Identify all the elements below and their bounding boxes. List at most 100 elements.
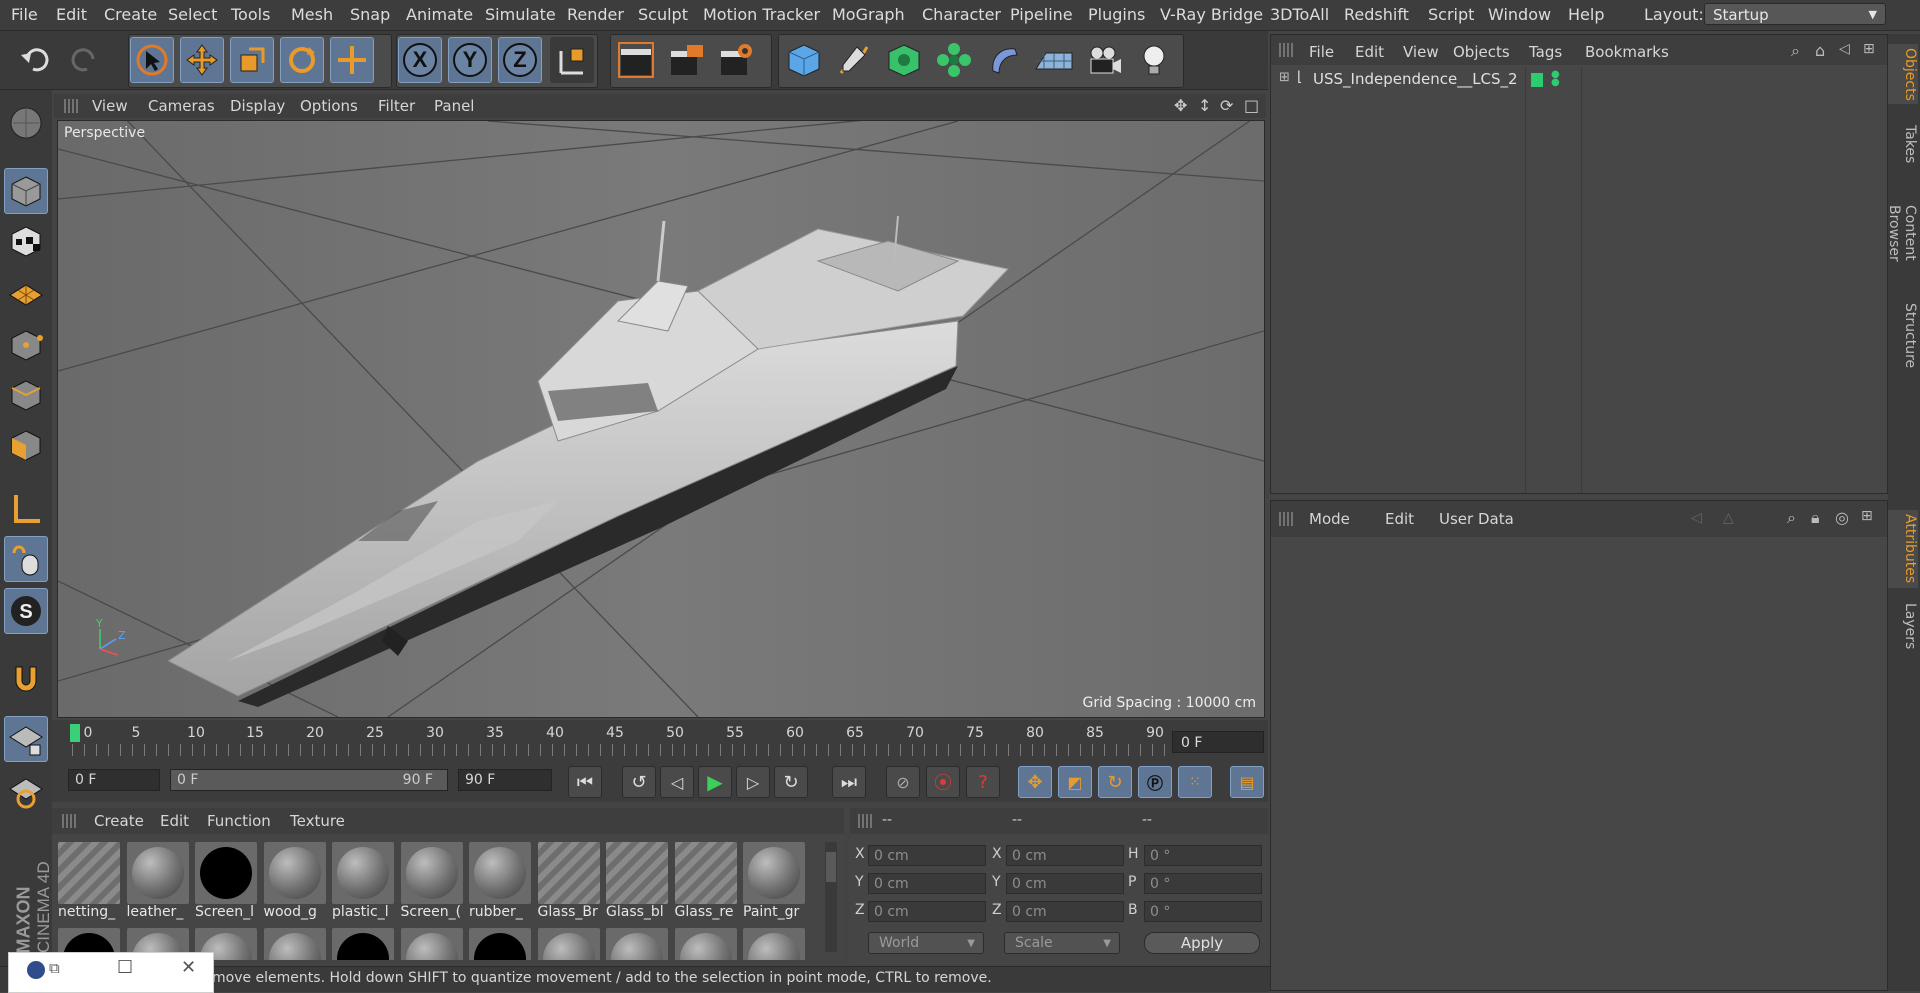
tab-attributes[interactable]: Attributes: [1888, 510, 1918, 588]
menu-simulate[interactable]: Simulate: [485, 5, 556, 24]
layout-dropdown[interactable]: Startup ▼: [1704, 3, 1886, 25]
expand-plus-icon[interactable]: ⊞: [1279, 70, 1290, 85]
scale-tool-button[interactable]: [230, 37, 274, 83]
next-key-button[interactable]: ↻: [774, 766, 808, 798]
attr-menu-mode[interactable]: Mode: [1309, 510, 1350, 528]
record-keys-button[interactable]: ⊘: [886, 766, 920, 798]
drag-grip-icon[interactable]: [1279, 512, 1293, 526]
objmgr-menu-objects[interactable]: Objects: [1453, 43, 1510, 61]
next-frame-button[interactable]: ▷: [736, 766, 770, 798]
material-item[interactable]: [263, 928, 328, 960]
camera-button[interactable]: [1082, 37, 1126, 83]
new-panel-icon[interactable]: ⊞: [1863, 41, 1875, 57]
z-axis-toggle[interactable]: Z: [498, 37, 542, 83]
edges-mode-button[interactable]: [4, 372, 48, 418]
objmgr-menu-view[interactable]: View: [1403, 43, 1439, 61]
objmgr-menu-tags[interactable]: Tags: [1529, 43, 1562, 61]
light-button[interactable]: [1132, 37, 1176, 83]
x-axis-toggle[interactable]: X: [398, 37, 442, 83]
previous-key-button[interactable]: ↺: [622, 766, 656, 798]
rotate-tool-button[interactable]: [280, 37, 324, 83]
viewport-menu-cameras[interactable]: Cameras: [148, 97, 215, 115]
pos-y-field[interactable]: 0 cm: [868, 873, 986, 894]
material-scrollbar[interactable]: [825, 842, 837, 952]
viewport-menu-filter[interactable]: Filter: [378, 97, 415, 115]
playhead-marker[interactable]: [70, 724, 80, 742]
material-item[interactable]: [469, 928, 533, 960]
objmgr-menu-file[interactable]: File: [1309, 43, 1334, 61]
viewport-menu-options[interactable]: Options: [300, 97, 358, 115]
material-item[interactable]: plastic_l: [332, 842, 396, 920]
pos-x-field[interactable]: 0 cm: [868, 845, 986, 866]
go-to-end-button[interactable]: ⏭: [832, 766, 866, 798]
tab-objects[interactable]: Objects: [1888, 44, 1918, 104]
back-arrow-icon[interactable]: ◁: [1691, 510, 1702, 526]
tab-content-browser[interactable]: Content Browser: [1886, 178, 1918, 288]
material-item[interactable]: Paint_gr: [743, 842, 807, 920]
size-mode-dropdown[interactable]: Scale ▼: [1004, 932, 1120, 954]
material-item[interactable]: [400, 928, 465, 960]
y-axis-toggle[interactable]: Y: [448, 37, 492, 83]
viewport-maximize-icon[interactable]: □: [1244, 96, 1259, 115]
render-view-button[interactable]: [614, 37, 658, 83]
previous-frame-button[interactable]: ◁: [660, 766, 694, 798]
lock-icon[interactable]: 🔒︎: [1811, 508, 1820, 528]
menu-mesh[interactable]: Mesh: [291, 5, 333, 24]
minimized-window-tab[interactable]: ⧉ ☐ ✕: [8, 952, 214, 993]
menu-render[interactable]: Render: [567, 5, 624, 24]
menu-window[interactable]: Window: [1488, 5, 1551, 24]
material-item[interactable]: Glass_re: [674, 842, 739, 920]
material-item[interactable]: [674, 928, 739, 960]
rot-p-field[interactable]: 0 °: [1144, 873, 1262, 894]
material-item[interactable]: [537, 928, 602, 960]
points-mode-button[interactable]: [4, 322, 48, 368]
material-item[interactable]: leather_: [126, 842, 191, 920]
live-selection-button[interactable]: [130, 37, 174, 83]
viewport-rotate-icon[interactable]: ⟳: [1220, 96, 1233, 115]
menu-script[interactable]: Script: [1428, 5, 1474, 24]
render-settings-button[interactable]: [714, 37, 758, 83]
tab-structure[interactable]: Structure: [1888, 296, 1918, 376]
drag-grip-icon[interactable]: [62, 814, 76, 828]
material-item[interactable]: rubber_: [469, 842, 533, 920]
viewport-move-icon[interactable]: ✥: [1174, 96, 1187, 115]
new-panel-icon[interactable]: ⊞: [1861, 508, 1873, 524]
key-parameter-button[interactable]: Ⓟ: [1138, 766, 1172, 798]
deformer-button[interactable]: [982, 37, 1026, 83]
key-scale-button[interactable]: ◩: [1058, 766, 1092, 798]
pos-z-field[interactable]: 0 cm: [868, 901, 986, 922]
tab-takes[interactable]: Takes: [1888, 114, 1918, 174]
play-button[interactable]: ▶: [698, 766, 732, 798]
move-tool-button[interactable]: [180, 37, 224, 83]
target-icon[interactable]: ◎: [1835, 508, 1849, 527]
material-item[interactable]: Glass_bl: [606, 842, 670, 920]
coordinate-system-button[interactable]: [550, 37, 594, 83]
back-arrow-icon[interactable]: ◁: [1839, 41, 1850, 57]
menu-mograph[interactable]: MoGraph: [832, 5, 905, 24]
texture-mode-button[interactable]: [4, 218, 48, 264]
material-menu-function[interactable]: Function: [207, 812, 271, 830]
viewport-menu-display[interactable]: Display: [230, 97, 285, 115]
viewport-zoom-icon[interactable]: ↕: [1198, 96, 1211, 115]
layer-color-tag[interactable]: [1531, 73, 1543, 87]
timeline-window-button[interactable]: ▤: [1230, 766, 1264, 798]
material-item[interactable]: Screen_l: [195, 842, 259, 920]
snap-button[interactable]: [4, 656, 48, 702]
workplane-lock-button[interactable]: [4, 716, 48, 762]
render-picture-viewer-button[interactable]: [664, 37, 708, 83]
search-icon[interactable]: ⌕: [1791, 41, 1800, 61]
menu-create[interactable]: Create: [104, 5, 157, 24]
material-item[interactable]: Screen_(: [400, 842, 465, 920]
attr-menu-edit[interactable]: Edit: [1385, 510, 1414, 528]
key-pla-button[interactable]: ⁙: [1178, 766, 1212, 798]
menu-file[interactable]: File: [11, 5, 38, 24]
menu-tools[interactable]: Tools: [231, 5, 270, 24]
objmgr-menu-bookmarks[interactable]: Bookmarks: [1585, 43, 1669, 61]
size-x-field[interactable]: 0 cm: [1006, 845, 1124, 866]
visibility-dots-icon[interactable]: ● ●: [1551, 70, 1560, 88]
tweak-mode-button[interactable]: [4, 536, 48, 582]
frame-range-slider[interactable]: 0 F 90 F: [170, 769, 448, 791]
perspective-viewport[interactable]: Y Z Perspective Grid Spacing : 10000 cm: [57, 120, 1265, 718]
undo-button[interactable]: [14, 37, 58, 83]
material-item[interactable]: netting_: [58, 842, 122, 920]
